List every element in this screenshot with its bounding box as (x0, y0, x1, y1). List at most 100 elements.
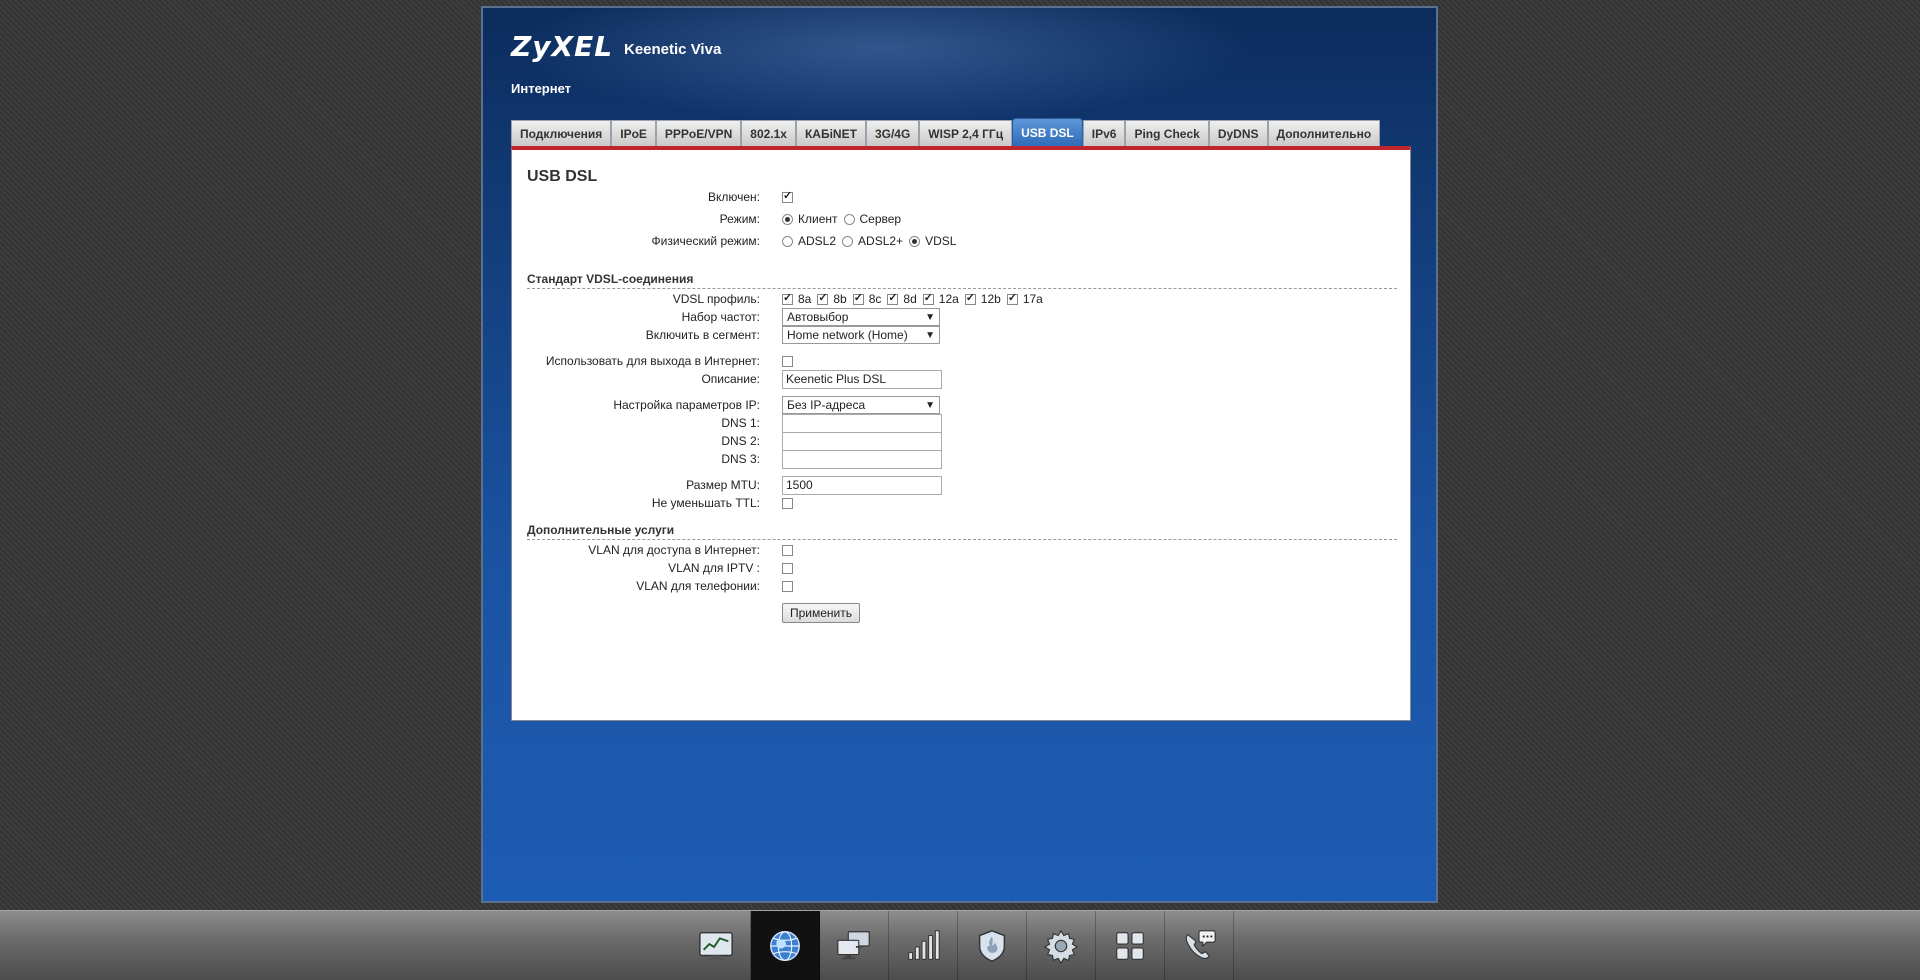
row-dns1: DNS 1: (512, 413, 1392, 433)
device-model: Keenetic Viva (624, 41, 722, 58)
profile-8c-label: 8c (868, 292, 882, 306)
tab-pppoe-vpn[interactable]: PPPoE/VPN (655, 120, 742, 146)
dock-security[interactable] (958, 911, 1027, 980)
row-segment: Включить в сегмент: Home network (Home) ▼ (512, 325, 1392, 345)
vlan-internet-checkbox[interactable] (782, 544, 793, 556)
mode-server-radio[interactable] (843, 213, 855, 225)
mode-server-label: Сервер (859, 212, 902, 226)
settings-panel: USB DSL Включен: Режим: Клиент Сервер Фи… (511, 146, 1411, 721)
shield-icon (978, 929, 1006, 962)
dns2-label: DNS 2: (721, 434, 760, 448)
dock-system[interactable] (1027, 911, 1096, 980)
use-internet-checkbox[interactable] (782, 355, 793, 367)
tab-8021x[interactable]: 802.1x (741, 120, 796, 146)
dock-wifi[interactable] (889, 911, 958, 980)
description-input[interactable]: Keenetic Plus DSL (782, 369, 942, 389)
profile-8a-checkbox[interactable] (782, 291, 793, 305)
row-phys-mode: Физический режим: ADSL2 ADSL2+ VDSL (512, 231, 1392, 251)
vlan-phone-checkbox[interactable] (782, 580, 793, 592)
dns2-input[interactable] (782, 431, 942, 451)
dock-telephony[interactable] (1165, 911, 1234, 980)
profile-8d-checkbox[interactable] (887, 291, 899, 305)
apply-button[interactable]: Применить (782, 603, 861, 623)
tab-additional[interactable]: Дополнительно (1267, 120, 1381, 146)
chevron-down-icon: ▼ (925, 400, 935, 411)
row-no-ttl: Не уменьшать TTL: (512, 493, 1392, 513)
dns3-label: DNS 3: (721, 452, 760, 466)
segment-select[interactable]: Home network (Home) ▼ (782, 326, 940, 344)
mtu-label: Размер MTU: (686, 478, 760, 492)
profile-17a-checkbox[interactable] (1006, 291, 1018, 305)
row-dns3: DNS 3: (512, 449, 1392, 469)
globe-icon (770, 930, 800, 961)
tab-kabinet[interactable]: КАБiNET (795, 120, 866, 146)
mode-client-radio[interactable] (782, 213, 793, 225)
profile-12a-label: 12a (938, 292, 959, 306)
profile-8d-label: 8d (903, 292, 917, 306)
phys-vdsl-label: VDSL (925, 234, 957, 248)
enabled-label: Включен: (707, 190, 760, 204)
freq-set-label: Набор частот: (681, 310, 760, 324)
phys-adsl2plus-label: ADSL2+ (858, 234, 904, 248)
profile-12b-label: 12b (980, 292, 1001, 306)
profile-12a-checkbox[interactable] (922, 291, 934, 305)
bottom-dock (0, 910, 1920, 980)
tab-connections[interactable]: Подключения (511, 120, 612, 146)
phys-adsl2-radio[interactable] (782, 235, 793, 247)
row-vlan-internet: VLAN для доступа в Интернет: (512, 540, 1392, 560)
phone-chat-icon (1185, 929, 1216, 959)
vdsl-profile-label: VDSL профиль: (672, 292, 760, 306)
phys-vdsl-radio[interactable] (909, 235, 921, 247)
tab-dydns[interactable]: DyDNS (1208, 120, 1268, 146)
profile-17a-label: 17a (1022, 292, 1043, 306)
no-ttl-checkbox[interactable] (782, 497, 793, 509)
ip-settings-select[interactable]: Без IP-адреса ▼ (782, 396, 940, 414)
tab-3g4g[interactable]: 3G/4G (865, 120, 920, 146)
phys-adsl2plus-radio[interactable] (842, 235, 854, 247)
ip-settings-label: Настройка параметров IP: (613, 398, 760, 412)
description-label: Описание: (701, 372, 760, 386)
dns3-input[interactable] (782, 449, 942, 469)
dns1-input[interactable] (782, 413, 942, 433)
profile-8b-checkbox[interactable] (817, 291, 829, 305)
dock-applications[interactable] (1096, 911, 1165, 980)
chevron-down-icon: ▼ (925, 312, 935, 323)
monitor-chart-icon (699, 931, 733, 960)
row-enabled: Включен: (512, 187, 1392, 207)
tab-ipoe[interactable]: IPoE (611, 120, 656, 146)
tab-ipv6[interactable]: IPv6 (1082, 120, 1126, 146)
row-ip-settings: Настройка параметров IP: Без IP-адреса ▼ (512, 395, 1392, 415)
profile-12b-checkbox[interactable] (964, 291, 976, 305)
vlan-iptv-checkbox[interactable] (782, 562, 793, 574)
router-window: ZyXEL Keenetic Viva Интернет Подключения… (481, 6, 1438, 903)
segment-label: Включить в сегмент: (645, 328, 760, 342)
panel-title: USB DSL (527, 168, 598, 185)
brand-logo: ZyXEL (511, 30, 614, 63)
ip-settings-value: Без IP-адреса (787, 398, 866, 412)
mtu-input[interactable]: 1500 (782, 475, 942, 495)
profile-8c-checkbox[interactable] (852, 291, 864, 305)
phys-adsl2-label: ADSL2 (798, 234, 837, 248)
dock-home-network[interactable] (820, 911, 889, 980)
vdsl-standard-heading: Стандарт VDSL-соединения (527, 272, 1397, 289)
profile-8a-label: 8a (798, 292, 812, 306)
dock-system-monitor[interactable] (682, 911, 751, 980)
computers-icon (837, 930, 870, 959)
row-vdsl-profile: VDSL профиль: 8a 8b 8c 8d 12a 12b 17a (512, 289, 1392, 309)
enabled-checkbox[interactable] (782, 189, 793, 203)
vlan-internet-label: VLAN для доступа в Интернет: (588, 543, 760, 557)
dns1-label: DNS 1: (721, 416, 760, 430)
row-dns2: DNS 2: (512, 431, 1392, 451)
tab-usb-dsl[interactable]: USB DSL (1012, 118, 1083, 146)
row-mode: Режим: Клиент Сервер (512, 209, 1392, 229)
mode-label: Режим: (719, 212, 760, 226)
freq-set-select[interactable]: Автовыбор ▼ (782, 308, 940, 326)
tab-wisp[interactable]: WISP 2,4 ГГц (919, 120, 1013, 146)
row-use-internet: Использовать для выхода в Интернет: (512, 351, 1392, 371)
tab-ping-check[interactable]: Ping Check (1125, 120, 1209, 146)
dock-internet[interactable] (751, 911, 820, 980)
row-mtu: Размер MTU: 1500 (512, 475, 1392, 495)
apps-grid-icon (1116, 931, 1144, 960)
mode-client-label: Клиент (798, 212, 838, 226)
use-internet-label: Использовать для выхода в Интернет: (545, 354, 760, 368)
